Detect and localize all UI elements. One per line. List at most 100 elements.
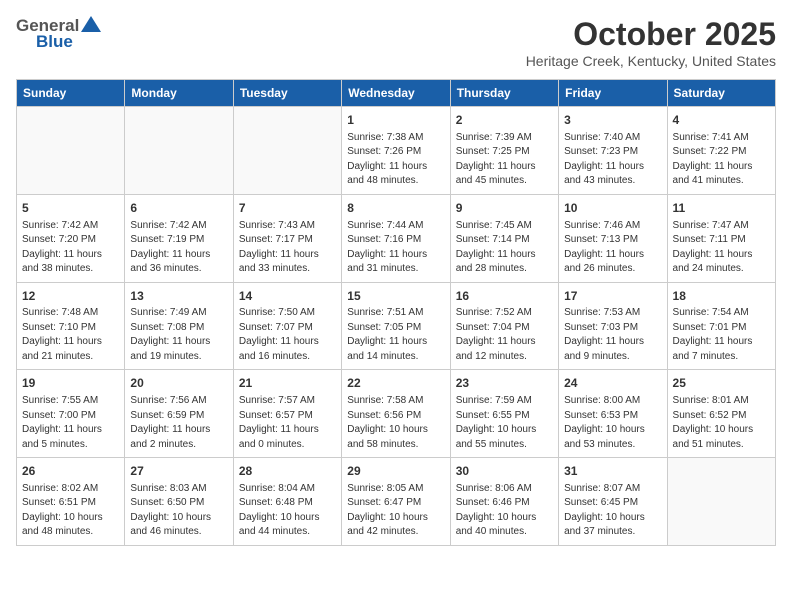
page-header: General Blue October 2025 Heritage Creek… [16,16,776,69]
day-info: Sunrise: 8:03 AM Sunset: 6:50 PM Dayligh… [130,482,227,540]
day-info: Sunrise: 7:54 AM Sunset: 7:01 PM Dayligh… [673,306,770,364]
weekday-header-monday: Monday [125,80,233,107]
day-info: Sunrise: 8:06 AM Sunset: 6:46 PM Dayligh… [456,482,553,540]
day-info: Sunrise: 8:04 AM Sunset: 6:48 PM Dayligh… [239,482,336,540]
day-number: 3 [564,112,661,129]
day-number: 18 [673,288,770,305]
day-number: 24 [564,375,661,392]
calendar-cell: 23 Sunrise: 7:59 AM Sunset: 6:55 PM Dayli… [450,370,558,458]
calendar-cell: 9Sunrise: 7:45 AM Sunset: 7:14 PM Daylig… [450,194,558,282]
calendar-cell: 14Sunrise: 7:50 AM Sunset: 7:07 PM Dayli… [233,282,341,370]
day-number: 31 [564,463,661,480]
day-number: 19 [22,375,119,392]
calendar-cell: 26 Sunrise: 8:02 AM Sunset: 6:51 PM Dayli… [17,458,125,546]
calendar-week-5: 26 Sunrise: 8:02 AM Sunset: 6:51 PM Dayli… [17,458,776,546]
day-info: Sunrise: 7:42 AM Sunset: 7:20 PM Dayligh… [22,219,119,277]
weekday-header-row: SundayMondayTuesdayWednesdayThursdayFrid… [17,80,776,107]
day-number: 20 [130,375,227,392]
day-info: Sunrise: 7:44 AM Sunset: 7:16 PM Dayligh… [347,219,444,277]
day-number: 12 [22,288,119,305]
title-section: October 2025 Heritage Creek, Kentucky, U… [526,16,776,69]
day-info: Sunrise: 7:58 AM Sunset: 6:56 PM Dayligh… [347,394,444,452]
day-info: Sunrise: 7:52 AM Sunset: 7:04 PM Dayligh… [456,306,553,364]
day-info: Sunrise: 8:02 AM Sunset: 6:51 PM Dayligh… [22,482,119,540]
calendar-cell: 18Sunrise: 7:54 AM Sunset: 7:01 PM Dayli… [667,282,775,370]
day-number: 6 [130,200,227,217]
calendar-cell: 25 Sunrise: 8:01 AM Sunset: 6:52 PM Dayli… [667,370,775,458]
day-number: 27 [130,463,227,480]
calendar-cell: 21 Sunrise: 7:57 AM Sunset: 6:57 PM Dayli… [233,370,341,458]
day-info: Sunrise: 7:41 AM Sunset: 7:22 PM Dayligh… [673,131,770,189]
calendar-cell [233,107,341,195]
day-info: Sunrise: 7:47 AM Sunset: 7:11 PM Dayligh… [673,219,770,277]
calendar-cell: 11 Sunrise: 7:47 AM Sunset: 7:11 PM Dayli… [667,194,775,282]
day-info: Sunrise: 7:38 AM Sunset: 7:26 PM Dayligh… [347,131,444,189]
calendar-cell: 28 Sunrise: 8:04 AM Sunset: 6:48 PM Dayli… [233,458,341,546]
weekday-header-friday: Friday [559,80,667,107]
calendar-cell: 15Sunrise: 7:51 AM Sunset: 7:05 PM Dayli… [342,282,450,370]
calendar-cell: 12Sunrise: 7:48 AM Sunset: 7:10 PM Dayli… [17,282,125,370]
day-number: 30 [456,463,553,480]
month-title: October 2025 [526,16,776,53]
logo-icon [81,16,101,32]
calendar-cell: 16Sunrise: 7:52 AM Sunset: 7:04 PM Dayli… [450,282,558,370]
day-number: 21 [239,375,336,392]
calendar-cell: 3Sunrise: 7:40 AM Sunset: 7:23 PM Daylig… [559,107,667,195]
calendar-cell [125,107,233,195]
calendar-cell: 5 Sunrise: 7:42 AM Sunset: 7:20 PM Daylig… [17,194,125,282]
day-number: 23 [456,375,553,392]
calendar-cell: 24Sunrise: 8:00 AM Sunset: 6:53 PM Dayli… [559,370,667,458]
calendar-week-3: 12Sunrise: 7:48 AM Sunset: 7:10 PM Dayli… [17,282,776,370]
calendar-cell: 1 Sunrise: 7:38 AM Sunset: 7:26 PM Daylig… [342,107,450,195]
day-number: 29 [347,463,444,480]
calendar-cell: 20Sunrise: 7:56 AM Sunset: 6:59 PM Dayli… [125,370,233,458]
calendar-week-1: 1 Sunrise: 7:38 AM Sunset: 7:26 PM Daylig… [17,107,776,195]
calendar-cell: 2Sunrise: 7:39 AM Sunset: 7:25 PM Daylig… [450,107,558,195]
calendar-cell: 7 Sunrise: 7:43 AM Sunset: 7:17 PM Daylig… [233,194,341,282]
day-info: Sunrise: 7:48 AM Sunset: 7:10 PM Dayligh… [22,306,119,364]
weekday-header-thursday: Thursday [450,80,558,107]
day-number: 7 [239,200,336,217]
logo: General Blue [16,16,101,52]
day-number: 14 [239,288,336,305]
day-info: Sunrise: 7:43 AM Sunset: 7:17 PM Dayligh… [239,219,336,277]
weekday-header-sunday: Sunday [17,80,125,107]
day-info: Sunrise: 7:45 AM Sunset: 7:14 PM Dayligh… [456,219,553,277]
weekday-header-wednesday: Wednesday [342,80,450,107]
day-number: 10 [564,200,661,217]
day-info: Sunrise: 7:59 AM Sunset: 6:55 PM Dayligh… [456,394,553,452]
day-info: Sunrise: 7:57 AM Sunset: 6:57 PM Dayligh… [239,394,336,452]
day-number: 26 [22,463,119,480]
day-info: Sunrise: 7:51 AM Sunset: 7:05 PM Dayligh… [347,306,444,364]
calendar-cell: 13Sunrise: 7:49 AM Sunset: 7:08 PM Dayli… [125,282,233,370]
calendar-cell: 8 Sunrise: 7:44 AM Sunset: 7:16 PM Daylig… [342,194,450,282]
day-info: Sunrise: 7:42 AM Sunset: 7:19 PM Dayligh… [130,219,227,277]
calendar-cell: 27 Sunrise: 8:03 AM Sunset: 6:50 PM Dayli… [125,458,233,546]
day-number: 22 [347,375,444,392]
day-number: 13 [130,288,227,305]
calendar-week-4: 19Sunrise: 7:55 AM Sunset: 7:00 PM Dayli… [17,370,776,458]
location-subtitle: Heritage Creek, Kentucky, United States [526,53,776,69]
day-number: 28 [239,463,336,480]
day-info: Sunrise: 7:49 AM Sunset: 7:08 PM Dayligh… [130,306,227,364]
calendar-cell: 4Sunrise: 7:41 AM Sunset: 7:22 PM Daylig… [667,107,775,195]
day-number: 25 [673,375,770,392]
day-number: 1 [347,112,444,129]
day-info: Sunrise: 7:46 AM Sunset: 7:13 PM Dayligh… [564,219,661,277]
calendar-cell: 31Sunrise: 8:07 AM Sunset: 6:45 PM Dayli… [559,458,667,546]
day-number: 8 [347,200,444,217]
day-number: 16 [456,288,553,305]
day-number: 15 [347,288,444,305]
day-number: 5 [22,200,119,217]
day-info: Sunrise: 8:05 AM Sunset: 6:47 PM Dayligh… [347,482,444,540]
calendar-table: SundayMondayTuesdayWednesdayThursdayFrid… [16,79,776,546]
calendar-cell: 30 Sunrise: 8:06 AM Sunset: 6:46 PM Dayli… [450,458,558,546]
day-info: Sunrise: 8:01 AM Sunset: 6:52 PM Dayligh… [673,394,770,452]
day-info: Sunrise: 7:50 AM Sunset: 7:07 PM Dayligh… [239,306,336,364]
calendar-cell: 19Sunrise: 7:55 AM Sunset: 7:00 PM Dayli… [17,370,125,458]
calendar-cell: 6 Sunrise: 7:42 AM Sunset: 7:19 PM Daylig… [125,194,233,282]
day-number: 11 [673,200,770,217]
calendar-cell: 10 Sunrise: 7:46 AM Sunset: 7:13 PM Dayli… [559,194,667,282]
calendar-cell: 29 Sunrise: 8:05 AM Sunset: 6:47 PM Dayli… [342,458,450,546]
day-info: Sunrise: 7:39 AM Sunset: 7:25 PM Dayligh… [456,131,553,189]
